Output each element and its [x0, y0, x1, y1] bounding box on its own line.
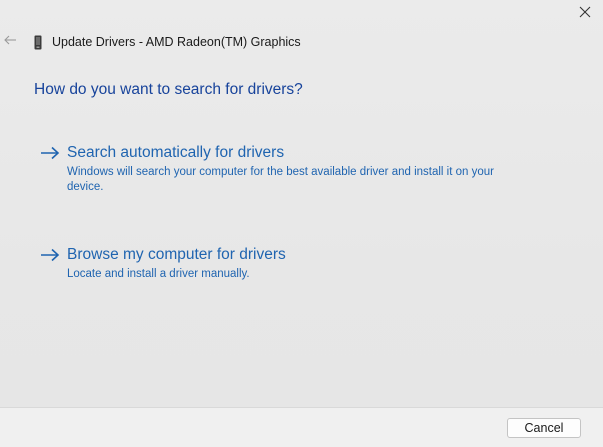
- option-description: Locate and install a driver manually.: [67, 268, 250, 280]
- update-drivers-window: Update Drivers - AMD Radeon(TM) Graphics…: [0, 0, 603, 447]
- dialog-title: Update Drivers - AMD Radeon(TM) Graphics: [52, 35, 301, 49]
- cancel-button[interactable]: Cancel: [507, 418, 581, 438]
- dialog-titlebar: Update Drivers - AMD Radeon(TM) Graphics: [34, 33, 301, 51]
- page-heading: How do you want to search for drivers?: [34, 81, 303, 98]
- search-automatically-option[interactable]: Search automatically for drivers Windows…: [40, 144, 520, 195]
- back-arrow-icon[interactable]: [3, 33, 17, 47]
- arrow-right-icon: [41, 146, 60, 160]
- option-title: Search automatically for drivers: [67, 144, 285, 161]
- option-title: Browse my computer for drivers: [67, 246, 286, 263]
- option-header: Search automatically for drivers: [40, 144, 520, 162]
- option-header: Browse my computer for drivers: [40, 246, 520, 264]
- browse-computer-option[interactable]: Browse my computer for drivers Locate an…: [40, 246, 520, 282]
- arrow-right-icon: [41, 248, 60, 262]
- dialog-footer: Cancel: [0, 407, 603, 447]
- option-description: Windows will search your computer for th…: [67, 166, 494, 193]
- device-icon: [34, 35, 42, 49]
- close-icon[interactable]: [577, 4, 593, 20]
